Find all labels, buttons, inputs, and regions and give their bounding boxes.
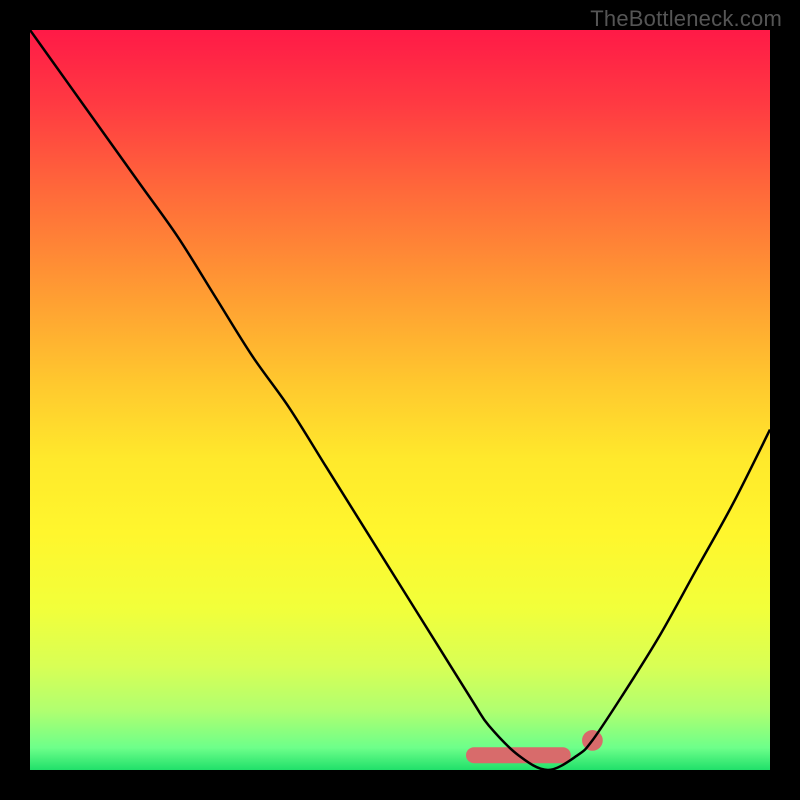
chart-curve: [30, 30, 770, 770]
chart-plot-area: [30, 30, 770, 770]
chart-overlay-svg: [30, 30, 770, 770]
attribution-text: TheBottleneck.com: [590, 6, 782, 32]
